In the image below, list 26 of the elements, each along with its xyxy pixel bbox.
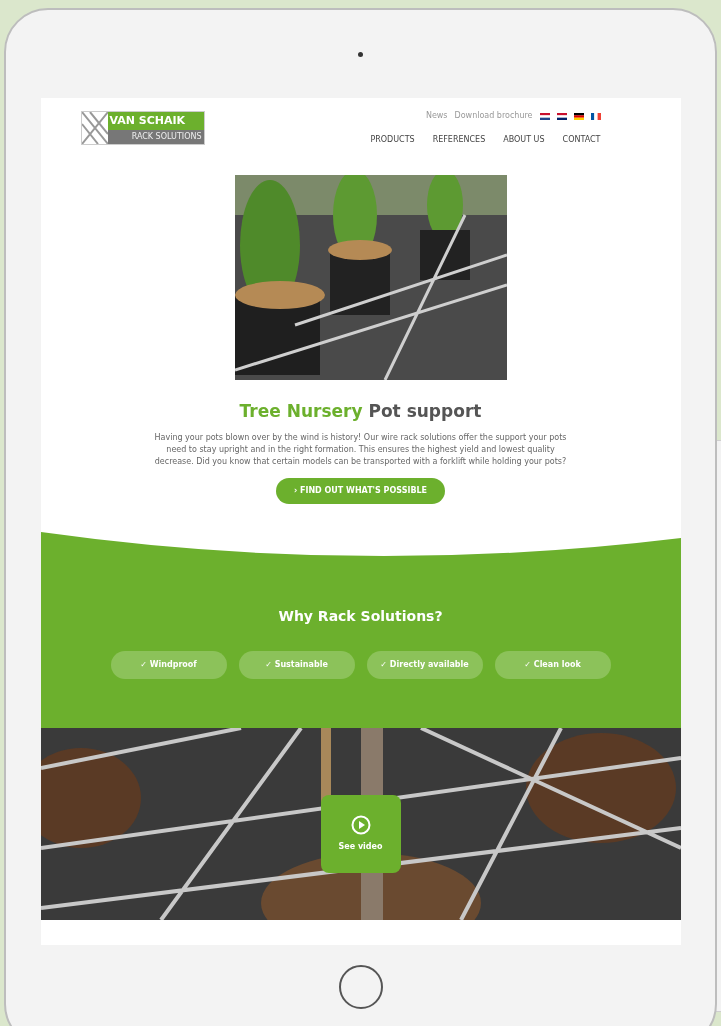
flag-icon[interactable] [556,112,567,120]
nav-link[interactable]: REFERENCES [432,134,486,146]
flag-icon[interactable] [573,112,584,120]
home-button[interactable] [338,965,383,1009]
flag-icon[interactable] [590,112,601,120]
feature-pill: ✓ Windproof [110,651,227,679]
flag-icon[interactable] [539,112,550,120]
video-button[interactable]: See video [320,795,401,873]
nav-link[interactable]: CONTACT [562,134,601,146]
nav-link[interactable]: PRODUCTS [370,134,415,146]
logo-tagline: RACK SOLUTIONS [107,130,204,144]
top-link[interactable]: Download brochure [454,110,533,122]
top-link[interactable]: News [425,110,448,122]
logo[interactable]: VAN SCHAIK RACK SOLUTIONS [80,111,205,145]
why-title: Why Rack Solutions? [278,607,443,626]
logo-name: VAN SCHAIK [107,112,204,130]
find-out-button[interactable]: › FIND OUT WHAT'S POSSIBLE [275,478,446,504]
nav-link[interactable]: ABOUT US [503,134,545,146]
logo-mark-icon [81,112,108,144]
feature-pill: ✓ Directly available [366,651,483,679]
camera-icon [358,52,363,57]
play-icon [350,815,371,835]
feature-pill: ✓ Sustainable [238,651,355,679]
hero-text: Having your pots blown over by the wind is history! Our wire rack solutions offer the support your pots need to stay upright and in the right formation. This ensures the highest yield and lowest quality decrease. Did you know that certain models can be transported with a forklift while holding your pots? [153,432,568,468]
feature-pill: ✓ Clean look [494,651,611,679]
hero-title: Tree Nursery Pot support [238,400,483,422]
